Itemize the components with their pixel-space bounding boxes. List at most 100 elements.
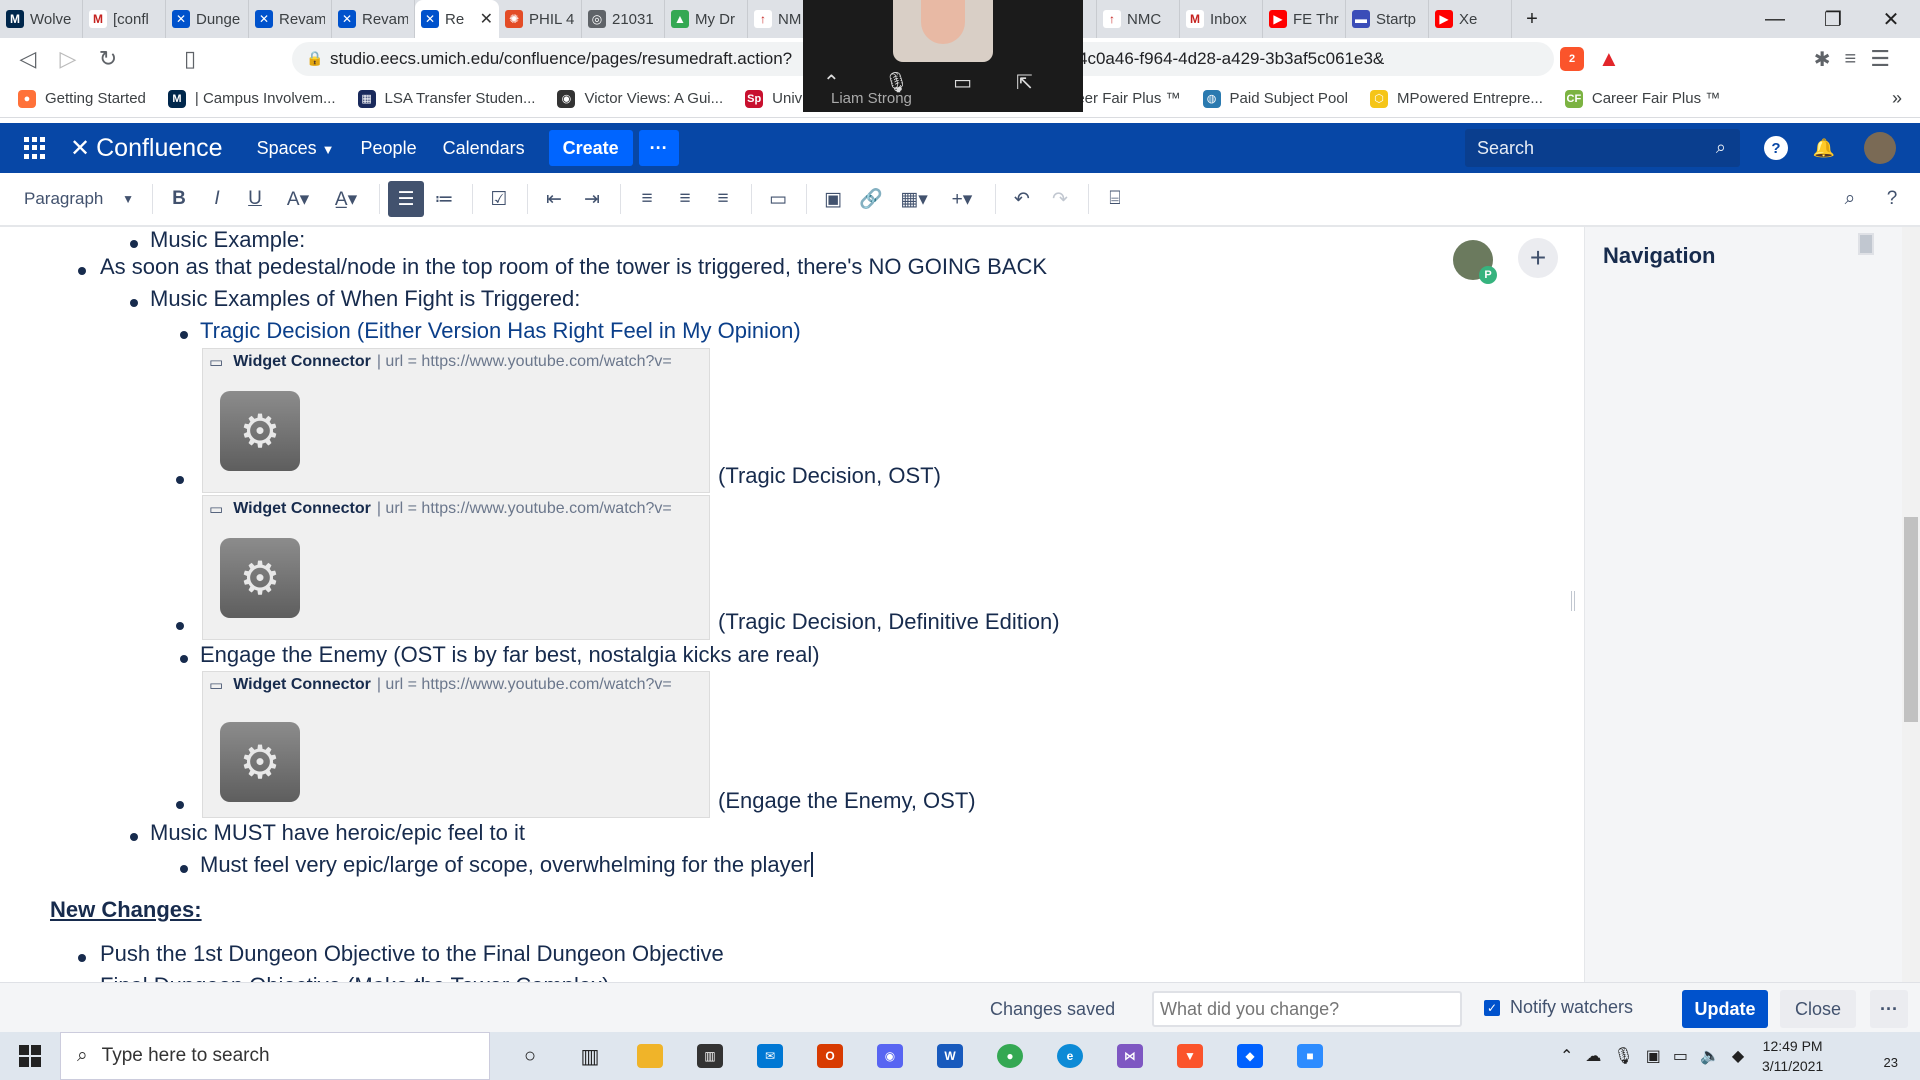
browser-tab[interactable]: ▬ Startp bbox=[1346, 0, 1429, 38]
table-icon[interactable]: ▦▾ bbox=[891, 181, 937, 217]
restore-icon[interactable]: ❐ bbox=[1804, 0, 1862, 38]
browser-tab[interactable]: ✕ Re ✕ bbox=[415, 0, 499, 38]
browser-tab[interactable]: ✕ Revam bbox=[249, 0, 332, 38]
outdent-icon[interactable]: ⇤ bbox=[536, 181, 572, 217]
bold-icon[interactable]: B bbox=[161, 181, 197, 217]
editor-content[interactable]: Music Example: As soon as that pedestal/… bbox=[0, 227, 1584, 982]
underline-icon[interactable]: U bbox=[237, 181, 273, 217]
file-explorer-icon[interactable] bbox=[620, 1032, 680, 1080]
more-options-button[interactable]: ··· bbox=[1870, 990, 1908, 1028]
confluence-logo[interactable]: ✕ Confluence bbox=[70, 134, 223, 163]
undo-icon[interactable]: ↶ bbox=[1004, 181, 1040, 217]
nav-calendars[interactable]: Calendars bbox=[443, 138, 525, 159]
video-call-overlay[interactable]: ⌃ 🎙 ▭ ⇱ Liam Strong bbox=[803, 0, 1083, 112]
bookmark-item[interactable]: ● Getting Started bbox=[18, 89, 146, 108]
editor-help-icon[interactable]: ? bbox=[1874, 181, 1910, 217]
office-icon[interactable]: O bbox=[800, 1032, 860, 1080]
store-icon[interactable]: ▥ bbox=[680, 1032, 740, 1080]
brave-shield-icon[interactable]: 2 bbox=[1560, 47, 1584, 71]
bookmark-item[interactable]: CF Career Fair Plus ™ bbox=[1564, 89, 1720, 108]
bookmark-item[interactable]: ⬡ MPowered Entrepre... bbox=[1369, 89, 1543, 108]
editor-search-icon[interactable]: ⌕ bbox=[1832, 181, 1868, 217]
nav-spaces[interactable]: Spaces ▼ bbox=[257, 138, 335, 159]
brave-icon[interactable]: ▼ bbox=[1160, 1032, 1220, 1080]
browser-tab[interactable]: ✺ PHIL 4 bbox=[499, 0, 582, 38]
discord-icon[interactable]: ◉ bbox=[860, 1032, 920, 1080]
editor-avatar[interactable]: P bbox=[1453, 240, 1497, 284]
widget-connector[interactable]: ▭ Widget Connector | url = https://www.you… bbox=[202, 348, 710, 493]
bookmark-item[interactable]: ◉ Victor Views: A Gui... bbox=[557, 89, 723, 108]
browser-tab[interactable]: ↑ NMC bbox=[1097, 0, 1180, 38]
redo-icon[interactable]: ↷ bbox=[1042, 181, 1078, 217]
create-button[interactable]: Create bbox=[548, 130, 633, 166]
camera-off-icon[interactable]: ▭ bbox=[953, 70, 972, 95]
find-replace-icon[interactable]: ⌸ bbox=[1097, 181, 1133, 217]
browser-tab[interactable]: M [confl bbox=[83, 0, 166, 38]
reload-button[interactable]: ↻ bbox=[88, 39, 128, 79]
microphone-icon[interactable]: 🎙 bbox=[1613, 1046, 1633, 1066]
close-button[interactable]: Close bbox=[1780, 990, 1856, 1028]
paragraph-style-select[interactable]: Paragraph ▼ bbox=[16, 181, 142, 217]
notify-watchers-checkbox[interactable]: ✓ Notify watchers bbox=[1484, 997, 1633, 1018]
windows-start-icon[interactable] bbox=[0, 1032, 60, 1080]
text-format-icon[interactable]: A̲▾ bbox=[323, 181, 369, 217]
help-icon[interactable]: ? bbox=[1764, 136, 1788, 160]
page-scrollbar[interactable] bbox=[1902, 227, 1920, 982]
edge-icon[interactable]: e bbox=[1040, 1032, 1100, 1080]
scrollbar-thumb[interactable] bbox=[1904, 517, 1918, 722]
dropbox-tray-icon[interactable]: ◆ bbox=[1732, 1046, 1744, 1066]
add-collaborator-button[interactable]: + bbox=[1518, 238, 1558, 278]
bullet-list-icon[interactable]: ☰ bbox=[388, 181, 424, 217]
browser-tab[interactable]: ◎ 21031 bbox=[582, 0, 665, 38]
chrome-icon[interactable]: ● bbox=[980, 1032, 1040, 1080]
search-input[interactable]: Search ⌕ bbox=[1465, 129, 1740, 167]
numbered-list-icon[interactable]: ≔ bbox=[426, 181, 462, 217]
menu-icon[interactable]: ☰ bbox=[1870, 46, 1890, 72]
share-icon[interactable]: ⇱ bbox=[1016, 70, 1033, 95]
notification-center-icon[interactable]: 23 bbox=[1868, 1042, 1898, 1070]
media-controls-icon[interactable]: ≡ bbox=[1845, 48, 1857, 71]
notifications-icon[interactable]: 🔔 bbox=[1812, 136, 1836, 160]
extensions-icon[interactable]: ✱ bbox=[1814, 47, 1831, 72]
bookmark-item[interactable]: ▦ LSA Transfer Studen... bbox=[357, 89, 535, 108]
word-icon[interactable]: W bbox=[920, 1032, 980, 1080]
window-close-icon[interactable]: ✕ bbox=[1862, 0, 1920, 38]
browser-tab[interactable]: ▲ My Dr bbox=[665, 0, 748, 38]
task-list-icon[interactable]: ☑ bbox=[481, 181, 517, 217]
insert-more-icon[interactable]: +▾ bbox=[939, 181, 985, 217]
align-left-icon[interactable]: ≡ bbox=[629, 181, 665, 217]
forward-button[interactable]: ▷ bbox=[48, 39, 88, 79]
cortana-icon[interactable]: ○ bbox=[500, 1032, 560, 1080]
indent-icon[interactable]: ⇥ bbox=[574, 181, 610, 217]
update-button[interactable]: Update bbox=[1682, 990, 1768, 1028]
brave-rewards-icon[interactable]: ▲ bbox=[1598, 46, 1620, 72]
browser-tab[interactable]: ▶ FE Thr bbox=[1263, 0, 1346, 38]
italic-icon[interactable]: I bbox=[199, 181, 235, 217]
bookmark-item[interactable]: ◍ Paid Subject Pool bbox=[1202, 89, 1348, 108]
new-tab-icon[interactable]: + bbox=[1512, 0, 1552, 38]
system-clock[interactable]: 12:49 PM 3/11/2021 bbox=[1762, 1036, 1823, 1076]
task-view-icon[interactable]: ▥ bbox=[560, 1032, 620, 1080]
panel-resize-handle[interactable] bbox=[1571, 591, 1575, 611]
browser-tab[interactable]: ✕ Revam bbox=[332, 0, 415, 38]
visual-studio-icon[interactable]: ⋈ bbox=[1100, 1032, 1160, 1080]
browser-tab[interactable]: ✕ Dunge bbox=[166, 0, 249, 38]
change-comment-input[interactable] bbox=[1152, 991, 1462, 1027]
browser-tab[interactable]: ▶ Xe bbox=[1429, 0, 1512, 38]
taskbar-search[interactable]: ⌕ Type here to search bbox=[60, 1032, 490, 1080]
user-avatar[interactable] bbox=[1864, 132, 1896, 164]
image-icon[interactable]: ▣ bbox=[815, 181, 851, 217]
bookmark-item[interactable]: Sp Univ bbox=[745, 89, 802, 108]
nav-people[interactable]: People bbox=[361, 138, 417, 159]
text-color-icon[interactable]: A▾ bbox=[275, 181, 321, 217]
link-icon[interactable]: 🔗 bbox=[853, 181, 889, 217]
bookmark-icon[interactable]: ▯ bbox=[170, 39, 210, 79]
align-center-icon[interactable]: ≡ bbox=[667, 181, 703, 217]
volume-icon[interactable]: 🔈 bbox=[1700, 1046, 1720, 1066]
panel-scroll-handle[interactable] bbox=[1858, 233, 1874, 255]
onedrive-icon[interactable]: ☁ bbox=[1585, 1046, 1601, 1066]
mail-icon[interactable]: ✉ bbox=[740, 1032, 800, 1080]
dropbox-icon[interactable]: ◆ bbox=[1220, 1032, 1280, 1080]
zoom-icon[interactable]: ■ bbox=[1280, 1032, 1340, 1080]
battery-icon[interactable]: ▭ bbox=[1673, 1046, 1688, 1066]
